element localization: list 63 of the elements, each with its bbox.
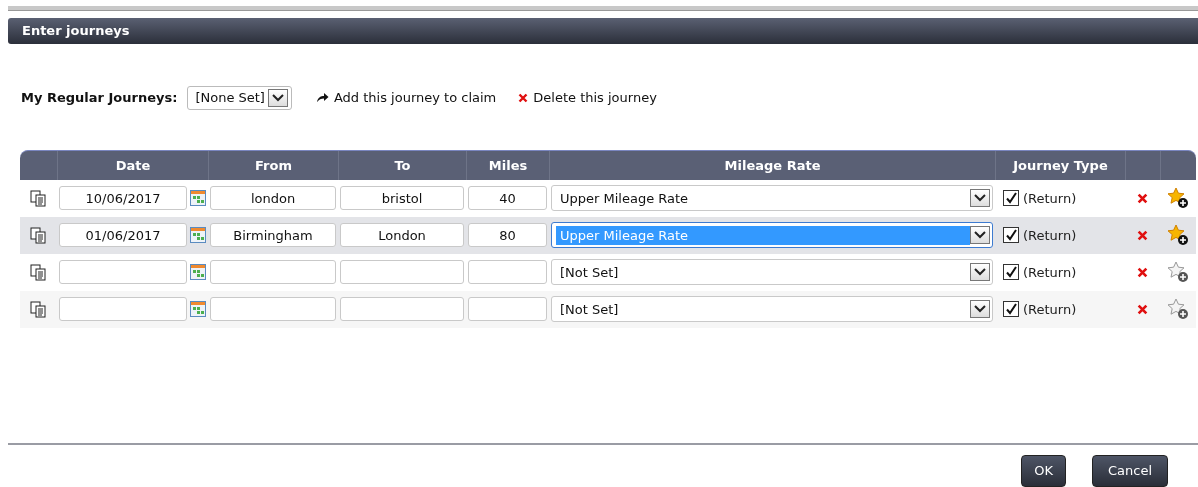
calendar-icon[interactable]: [190, 264, 206, 281]
column-header: Mileage Rate: [549, 151, 995, 180]
return-checkbox[interactable]: [1003, 301, 1019, 318]
delete-icon: [518, 92, 529, 103]
calendar-icon[interactable]: [190, 190, 206, 207]
to-field[interactable]: [340, 297, 464, 322]
dialog-title: Enter journeys: [22, 23, 130, 39]
return-label: (Return): [1023, 302, 1077, 317]
mileage-rate-select[interactable]: [Not Set]: [551, 296, 993, 323]
miles-field[interactable]: 80: [468, 223, 547, 248]
to-field[interactable]: London: [340, 223, 464, 248]
column-header: Date: [57, 151, 208, 180]
date-field[interactable]: [59, 297, 187, 322]
arrow-icon: [315, 92, 329, 104]
add-journey-link[interactable]: Add this journey to claim: [315, 90, 497, 106]
dropdown-icon: [970, 300, 990, 319]
miles-field[interactable]: 40: [468, 186, 547, 211]
return-checkbox[interactable]: [1003, 190, 1019, 207]
delete-icon: [1137, 193, 1148, 204]
cancel-button[interactable]: Cancel: [1091, 455, 1168, 487]
copy-icon[interactable]: [30, 227, 47, 244]
return-label: (Return): [1023, 265, 1077, 280]
dropdown-icon: [970, 263, 990, 282]
from-field[interactable]: Birmingham: [210, 223, 336, 248]
miles-field[interactable]: [468, 297, 547, 322]
return-checkbox[interactable]: [1003, 264, 1019, 281]
column-header: From: [208, 151, 338, 180]
add-favourite-icon[interactable]: [1167, 298, 1189, 321]
add-favourite-icon[interactable]: [1167, 187, 1189, 210]
delete-icon: [1137, 267, 1148, 278]
date-field[interactable]: [59, 260, 187, 285]
miles-field[interactable]: [468, 260, 547, 285]
dropdown-icon: [970, 226, 990, 245]
column-header: To: [338, 151, 466, 180]
delete-icon: [1137, 304, 1148, 315]
add-favourite-icon[interactable]: [1167, 261, 1189, 284]
regular-journeys-label: My Regular Journeys:: [21, 90, 178, 106]
dropdown-icon: [267, 88, 288, 107]
delete-journey-link[interactable]: Delete this journey: [518, 90, 657, 106]
mileage-rate-select[interactable]: [Not Set]: [551, 259, 993, 286]
copy-icon[interactable]: [30, 301, 47, 318]
regular-journeys-select[interactable]: [None Set]: [187, 85, 292, 110]
delete-icon: [1137, 230, 1148, 241]
from-field[interactable]: london: [210, 186, 336, 211]
to-field[interactable]: [340, 260, 464, 285]
date-field[interactable]: 01/06/2017: [59, 223, 187, 248]
add-favourite-icon[interactable]: [1167, 224, 1189, 247]
calendar-icon[interactable]: [190, 301, 206, 318]
date-field[interactable]: 10/06/2017: [59, 186, 187, 211]
from-field[interactable]: [210, 260, 336, 285]
calendar-icon[interactable]: [190, 227, 206, 244]
return-checkbox[interactable]: [1003, 227, 1019, 244]
column-header: Miles: [466, 151, 549, 180]
dropdown-icon: [970, 189, 990, 208]
return-label: (Return): [1023, 228, 1077, 243]
return-label: (Return): [1023, 191, 1077, 206]
ok-button[interactable]: OK: [1021, 455, 1066, 487]
copy-icon[interactable]: [30, 264, 47, 281]
mileage-rate-select[interactable]: Upper Mileage Rate: [551, 185, 993, 212]
copy-icon[interactable]: [30, 190, 47, 207]
to-field[interactable]: bristol: [340, 186, 464, 211]
from-field[interactable]: [210, 297, 336, 322]
column-header: Journey Type: [995, 151, 1125, 180]
